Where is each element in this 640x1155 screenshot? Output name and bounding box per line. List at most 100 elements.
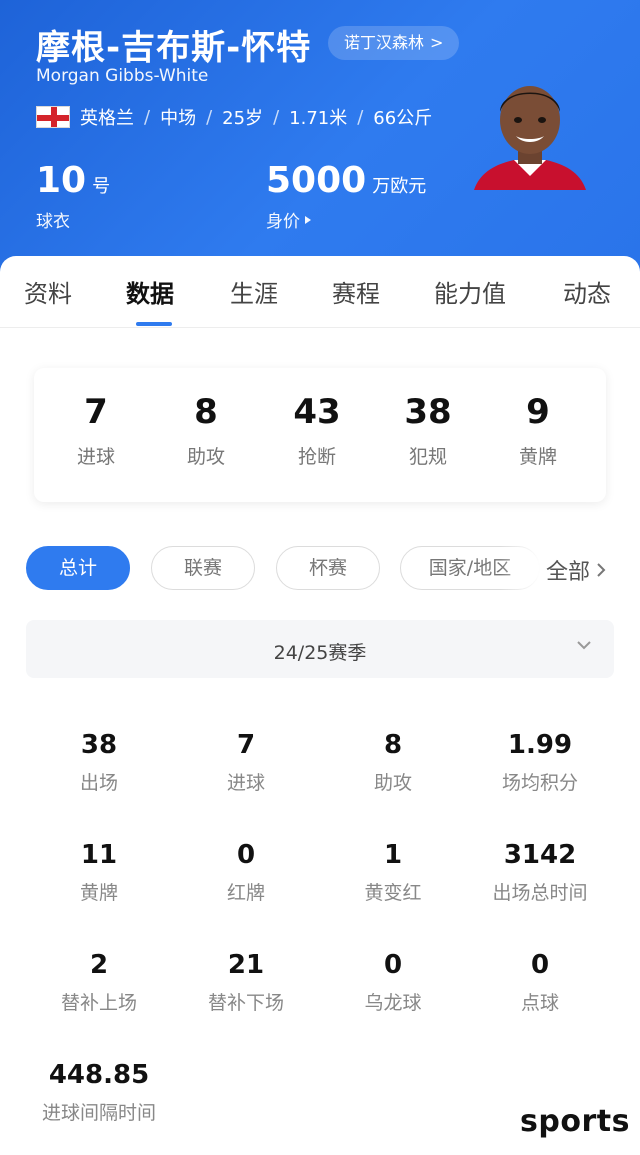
summary-label: 进球 bbox=[76, 446, 115, 468]
position: 中场 bbox=[160, 108, 197, 129]
stat-item: 8 助攻 bbox=[318, 730, 468, 795]
watermark: sports bbox=[520, 1104, 630, 1139]
player-header: 摩根-吉布斯-怀特 诺丁汉森林 > Morgan Gibbs-White 英格兰… bbox=[0, 0, 640, 275]
stat-value: 8 bbox=[383, 730, 403, 760]
tab-career[interactable]: 生涯 bbox=[230, 274, 278, 309]
summary-value: 8 bbox=[194, 392, 218, 432]
summary-value: 38 bbox=[404, 392, 452, 432]
stat-label: 乌龙球 bbox=[364, 992, 422, 1014]
summary-label: 助攻 bbox=[186, 446, 225, 468]
stat-item: 448.85 进球间隔时间 bbox=[24, 1060, 174, 1125]
stat-value: 0 bbox=[236, 840, 256, 870]
stat-item: 21 替补下场 bbox=[171, 950, 321, 1015]
summary-label: 黄牌 bbox=[518, 446, 557, 468]
season-label: 24/25赛季 bbox=[273, 642, 367, 664]
stat-label: 点球 bbox=[520, 992, 559, 1014]
player-info-row: 英格兰 / 中场 / 25岁 / 1.71米 / 66公斤 bbox=[36, 104, 432, 130]
stat-value: 448.85 bbox=[48, 1060, 150, 1090]
separator: / bbox=[206, 106, 213, 128]
summary-item: 8 助攻 bbox=[156, 392, 256, 469]
stat-value: 1 bbox=[383, 840, 403, 870]
stat-item: 0 红牌 bbox=[171, 840, 321, 905]
stat-value: 21 bbox=[227, 950, 265, 980]
market-value: 5000 bbox=[266, 160, 367, 201]
stat-label: 黄变红 bbox=[364, 882, 422, 904]
stat-item: 2 替补上场 bbox=[24, 950, 174, 1015]
stat-value: 0 bbox=[530, 950, 550, 980]
tab-profile[interactable]: 资料 bbox=[24, 274, 72, 309]
player-name-en: Morgan Gibbs-White bbox=[36, 66, 209, 86]
stat-item: 11 黄牌 bbox=[24, 840, 174, 905]
active-tab-indicator bbox=[136, 322, 172, 326]
summary-label: 抢断 bbox=[297, 446, 336, 468]
jersey-unit: 号 bbox=[92, 176, 111, 197]
stat-label: 场均积分 bbox=[501, 772, 578, 794]
chip-fade-overlay bbox=[500, 540, 540, 596]
stat-item: 38 出场 bbox=[24, 730, 174, 795]
nationality: 英格兰 bbox=[80, 108, 134, 129]
club-button[interactable]: 诺丁汉森林 > bbox=[328, 26, 460, 60]
stat-label: 助攻 bbox=[373, 772, 412, 794]
chevron-right-icon bbox=[597, 563, 606, 577]
summary-item: 9 黄牌 bbox=[488, 392, 588, 469]
stat-label: 替补下场 bbox=[207, 992, 284, 1014]
player-name-cn: 摩根-吉布斯-怀特 bbox=[36, 28, 312, 68]
separator: / bbox=[273, 106, 280, 128]
filter-chip-cup[interactable]: 杯赛 bbox=[276, 546, 380, 590]
stat-value: 0 bbox=[383, 950, 403, 980]
stat-item: 1.99 场均积分 bbox=[465, 730, 615, 795]
stat-value: 2 bbox=[89, 950, 109, 980]
stat-value: 7 bbox=[236, 730, 256, 760]
club-name: 诺丁汉森林 bbox=[344, 33, 425, 52]
summary-value: 7 bbox=[84, 392, 108, 432]
player-avatar bbox=[474, 86, 586, 190]
stat-label: 出场总时间 bbox=[492, 882, 588, 904]
england-flag-icon bbox=[36, 106, 70, 128]
filter-chip-league[interactable]: 联赛 bbox=[151, 546, 255, 590]
tab-ability[interactable]: 能力值 bbox=[434, 274, 506, 309]
jersey-block: 10 号 球衣 bbox=[36, 160, 110, 232]
all-filters-button[interactable]: 全部 bbox=[546, 554, 606, 586]
stat-value: 3142 bbox=[503, 840, 577, 870]
chevron-down-icon bbox=[577, 641, 591, 650]
stat-item: 0 乌龙球 bbox=[318, 950, 468, 1015]
stat-value: 38 bbox=[80, 730, 118, 760]
chevron-right-icon: > bbox=[430, 33, 444, 52]
age: 25岁 bbox=[222, 108, 264, 129]
summary-card: 7 进球 8 助攻 43 抢断 38 犯规 9 黄牌 bbox=[34, 368, 606, 502]
stat-label: 黄牌 bbox=[79, 882, 118, 904]
stat-item: 1 黄变红 bbox=[318, 840, 468, 905]
tab-schedule[interactable]: 赛程 bbox=[332, 274, 380, 309]
jersey-number: 10 bbox=[36, 160, 87, 201]
tab-stats[interactable]: 数据 bbox=[126, 274, 174, 309]
market-value-label: 身价 bbox=[266, 212, 300, 232]
height: 1.71米 bbox=[289, 108, 348, 129]
summary-label: 犯规 bbox=[408, 446, 447, 468]
stat-label: 红牌 bbox=[226, 882, 265, 904]
summary-item: 38 犯规 bbox=[378, 392, 478, 469]
summary-item: 43 抢断 bbox=[267, 392, 367, 469]
summary-item: 7 进球 bbox=[46, 392, 146, 469]
tab-bar: 资料 数据 生涯 赛程 能力值 动态 bbox=[0, 256, 640, 328]
stat-label: 替补上场 bbox=[60, 992, 137, 1014]
market-value-unit: 万欧元 bbox=[372, 176, 427, 197]
summary-value: 43 bbox=[293, 392, 341, 432]
tab-news[interactable]: 动态 bbox=[563, 274, 611, 309]
stat-value: 1.99 bbox=[507, 730, 573, 760]
stat-value: 11 bbox=[80, 840, 118, 870]
weight: 66公斤 bbox=[373, 108, 433, 129]
separator: / bbox=[144, 106, 151, 128]
stat-item: 3142 出场总时间 bbox=[465, 840, 615, 905]
filter-chip-total[interactable]: 总计 bbox=[26, 546, 130, 590]
stat-label: 出场 bbox=[79, 772, 118, 794]
stat-item: 0 点球 bbox=[465, 950, 615, 1015]
jersey-label: 球衣 bbox=[36, 212, 70, 232]
market-value-block[interactable]: 5000 万欧元 身价 bbox=[266, 160, 426, 232]
stat-label: 进球 bbox=[226, 772, 265, 794]
stat-label: 进球间隔时间 bbox=[41, 1102, 156, 1124]
separator: / bbox=[357, 106, 364, 128]
stat-item: 7 进球 bbox=[171, 730, 321, 795]
season-select[interactable]: 24/25赛季 bbox=[26, 620, 614, 678]
all-filters-label: 全部 bbox=[546, 560, 591, 585]
triangle-right-icon bbox=[305, 215, 311, 224]
